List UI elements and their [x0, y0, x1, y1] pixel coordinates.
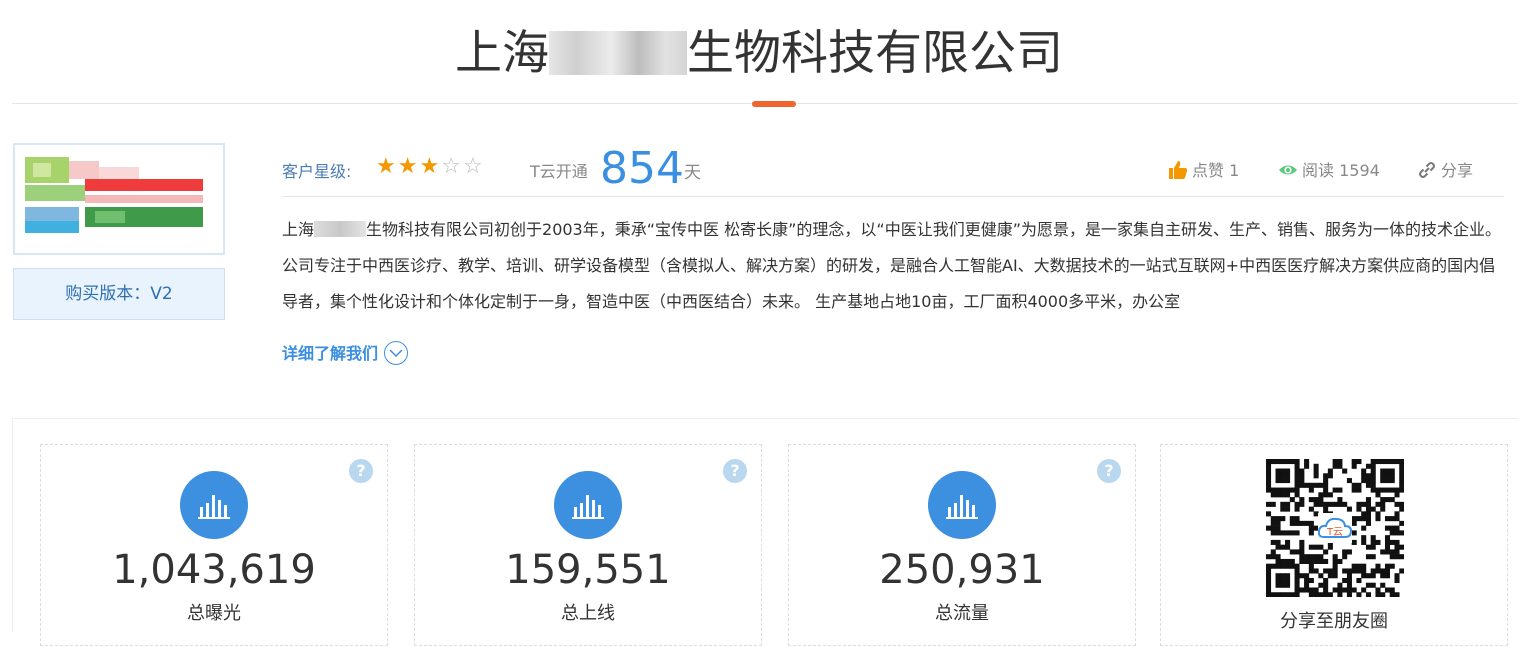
- stat-card-traffic: ? 250,931 总流量: [788, 444, 1136, 646]
- share-qr-card: T云 分享至朋友圈: [1160, 444, 1508, 646]
- share-label: 分享: [1441, 161, 1474, 180]
- version-button[interactable]: 购买版本：V2: [13, 268, 225, 320]
- tcloud-days: 854: [600, 143, 684, 194]
- redacted-inline-name: [314, 221, 367, 237]
- link-icon: [1419, 162, 1435, 178]
- company-logo: [13, 143, 225, 255]
- like-button[interactable]: 点赞 1: [1168, 157, 1239, 181]
- bar-chart-icon: [554, 471, 622, 539]
- company-logo-image: [25, 157, 203, 233]
- stat-value: 1,043,619: [112, 547, 316, 593]
- meta-row: 客户星级: ★★★☆☆ T云开通 854 天 点赞 1 阅读 1594 分享: [282, 140, 1504, 197]
- tcloud-unit: 天: [684, 163, 701, 183]
- stat-label: 总曝光: [187, 603, 241, 624]
- share-button[interactable]: 分享: [1417, 157, 1473, 181]
- company-description: 上海 生物科技有限公司初创于2003年，秉承“宝传中医 松寄长康”的理念，以“中医…: [282, 212, 1504, 320]
- stat-value: 250,931: [879, 547, 1045, 593]
- chevron-down-icon: [384, 341, 409, 365]
- thumbs-up-icon: [1169, 161, 1188, 179]
- qr-logo-text: T云: [1326, 527, 1343, 538]
- rating-stars: ★★★☆☆: [376, 154, 485, 179]
- title-accent-bar: [752, 101, 796, 107]
- help-icon[interactable]: ?: [1097, 459, 1121, 483]
- help-icon[interactable]: ?: [349, 459, 373, 483]
- company-info: 客户星级: ★★★☆☆ T云开通 854 天 点赞 1 阅读 1594 分享 上…: [282, 140, 1504, 365]
- qr-code[interactable]: T云: [1266, 459, 1404, 597]
- stat-value: 159,551: [505, 547, 671, 593]
- stat-card-exposure: ? 1,043,619 总曝光: [40, 444, 388, 646]
- bar-chart-icon: [180, 471, 248, 539]
- page-header: 上海 生物科技有限公司: [0, 0, 1518, 110]
- stat-label: 总上线: [561, 603, 615, 624]
- title-suffix: 生物科技有限公司: [687, 26, 1063, 81]
- star-filled-icon: ★: [397, 154, 420, 179]
- qr-label: 分享至朋友圈: [1280, 611, 1388, 632]
- desc-body: 生物科技有限公司初创于2003年，秉承“宝传中医 松寄长康”的理念，以“中医让我…: [282, 220, 1501, 311]
- desc-prefix: 上海: [282, 220, 315, 239]
- learn-more-link[interactable]: 详细了解我们: [282, 340, 409, 365]
- like-label: 点赞: [1192, 161, 1225, 180]
- read-count: 阅读 1594: [1278, 157, 1380, 181]
- learn-more-label: 详细了解我们: [282, 344, 379, 363]
- star-empty-icon: ☆: [462, 154, 485, 179]
- like-count: 1: [1229, 161, 1240, 180]
- star-filled-icon: ★: [419, 154, 442, 179]
- redacted-name: [549, 31, 687, 75]
- stat-label: 总流量: [935, 603, 989, 624]
- bar-chart-icon: [928, 471, 996, 539]
- stat-card-online: ? 159,551 总上线: [414, 444, 762, 646]
- help-icon[interactable]: ?: [723, 459, 747, 483]
- star-filled-icon: ★: [376, 154, 398, 179]
- read-number: 1594: [1339, 161, 1380, 180]
- eye-icon: [1278, 165, 1298, 175]
- page-title: 上海 生物科技有限公司: [0, 26, 1518, 82]
- rating-label: 客户星级:: [282, 162, 352, 181]
- star-empty-icon: ☆: [441, 154, 463, 179]
- tcloud-label: T云开通: [530, 162, 588, 181]
- read-label: 阅读: [1302, 161, 1335, 180]
- title-prefix: 上海: [455, 26, 549, 81]
